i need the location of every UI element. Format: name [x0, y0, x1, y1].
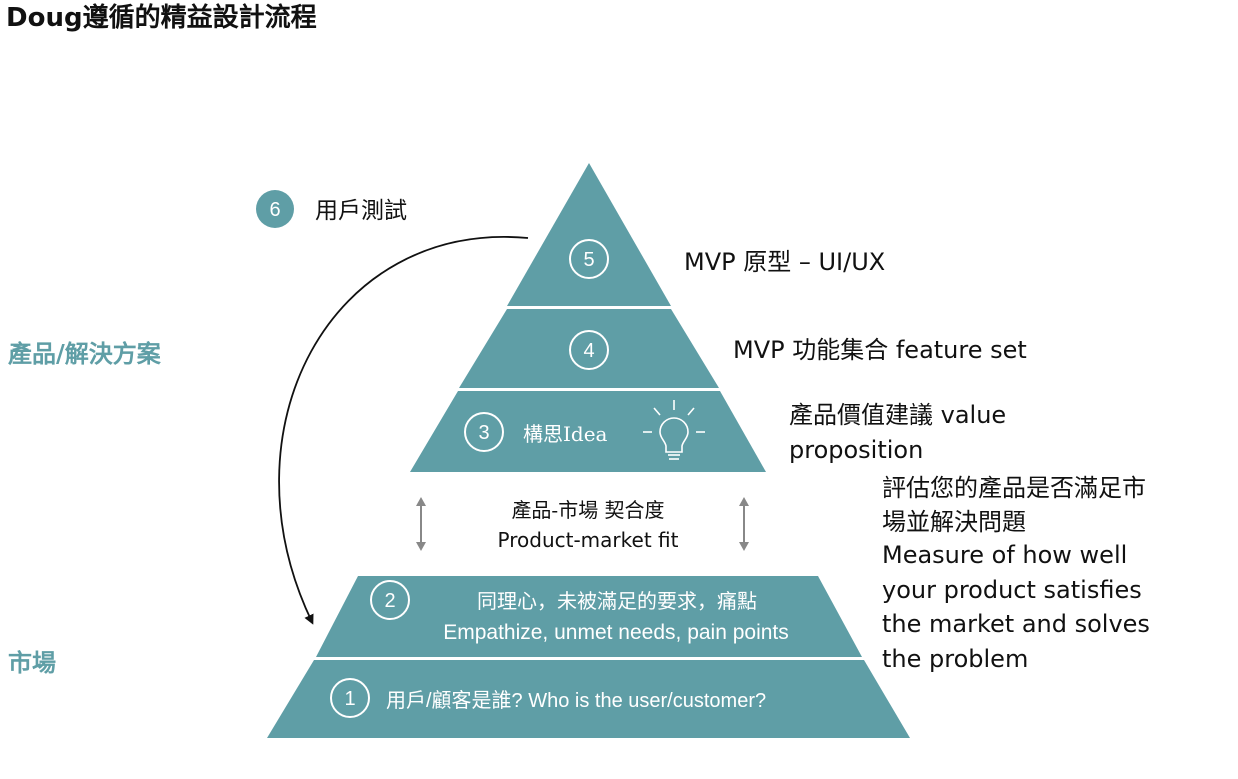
- measure-en-line-2: your product satisfies: [882, 576, 1142, 604]
- fit-label-en: Product-market fit: [497, 528, 679, 552]
- measure-cn-line-1: 評估您的產品是否滿足市: [882, 474, 1146, 502]
- measure-en-line-3: the market and solves: [882, 610, 1150, 638]
- label-value-proposition-1: 產品價值建議 value: [789, 401, 1007, 429]
- side-label-product: 產品/解決方案: [8, 339, 161, 368]
- fit-arrow-left: [416, 497, 426, 551]
- measure-en-line-4: the problem: [882, 645, 1029, 673]
- svg-text:5: 5: [583, 249, 594, 271]
- level-1-label: 用戶/顧客是誰? Who is the user/customer?: [386, 689, 766, 712]
- side-label-market: 市場: [8, 648, 56, 677]
- lean-design-diagram: 5 4 3 構思Idea 2 同理心，未被滿足的要求，痛點 Empathize,…: [256, 163, 910, 738]
- svg-text:4: 4: [583, 340, 594, 362]
- measure-en-line-1: Measure of how well: [882, 541, 1128, 569]
- label-value-proposition-2: proposition: [789, 436, 924, 464]
- label-mvp-prototype: MVP 原型 – UI/UX: [684, 248, 886, 276]
- measure-cn-line-2: 場並解決問題: [882, 508, 1026, 536]
- level-2-label-en: Empathize, unmet needs, pain points: [443, 621, 789, 644]
- fit-label-cn: 產品-市場 契合度: [511, 498, 665, 522]
- svg-text:3: 3: [478, 422, 489, 444]
- svg-text:6: 6: [269, 199, 280, 221]
- pyramid-level-5: [507, 163, 671, 306]
- page-title: Doug遵循的精益設計流程: [6, 3, 317, 33]
- svg-text:2: 2: [384, 590, 395, 612]
- level-2-label-cn: 同理心，未被滿足的要求，痛點: [477, 589, 757, 613]
- label-mvp-feature-set: MVP 功能集合 feature set: [733, 336, 1027, 364]
- step-6-badge: 6: [256, 190, 294, 228]
- fit-arrow-right: [739, 497, 749, 551]
- step-6-label: 用戶測試: [315, 198, 407, 224]
- level-3-label: 構思Idea: [523, 422, 608, 446]
- svg-text:1: 1: [344, 688, 355, 710]
